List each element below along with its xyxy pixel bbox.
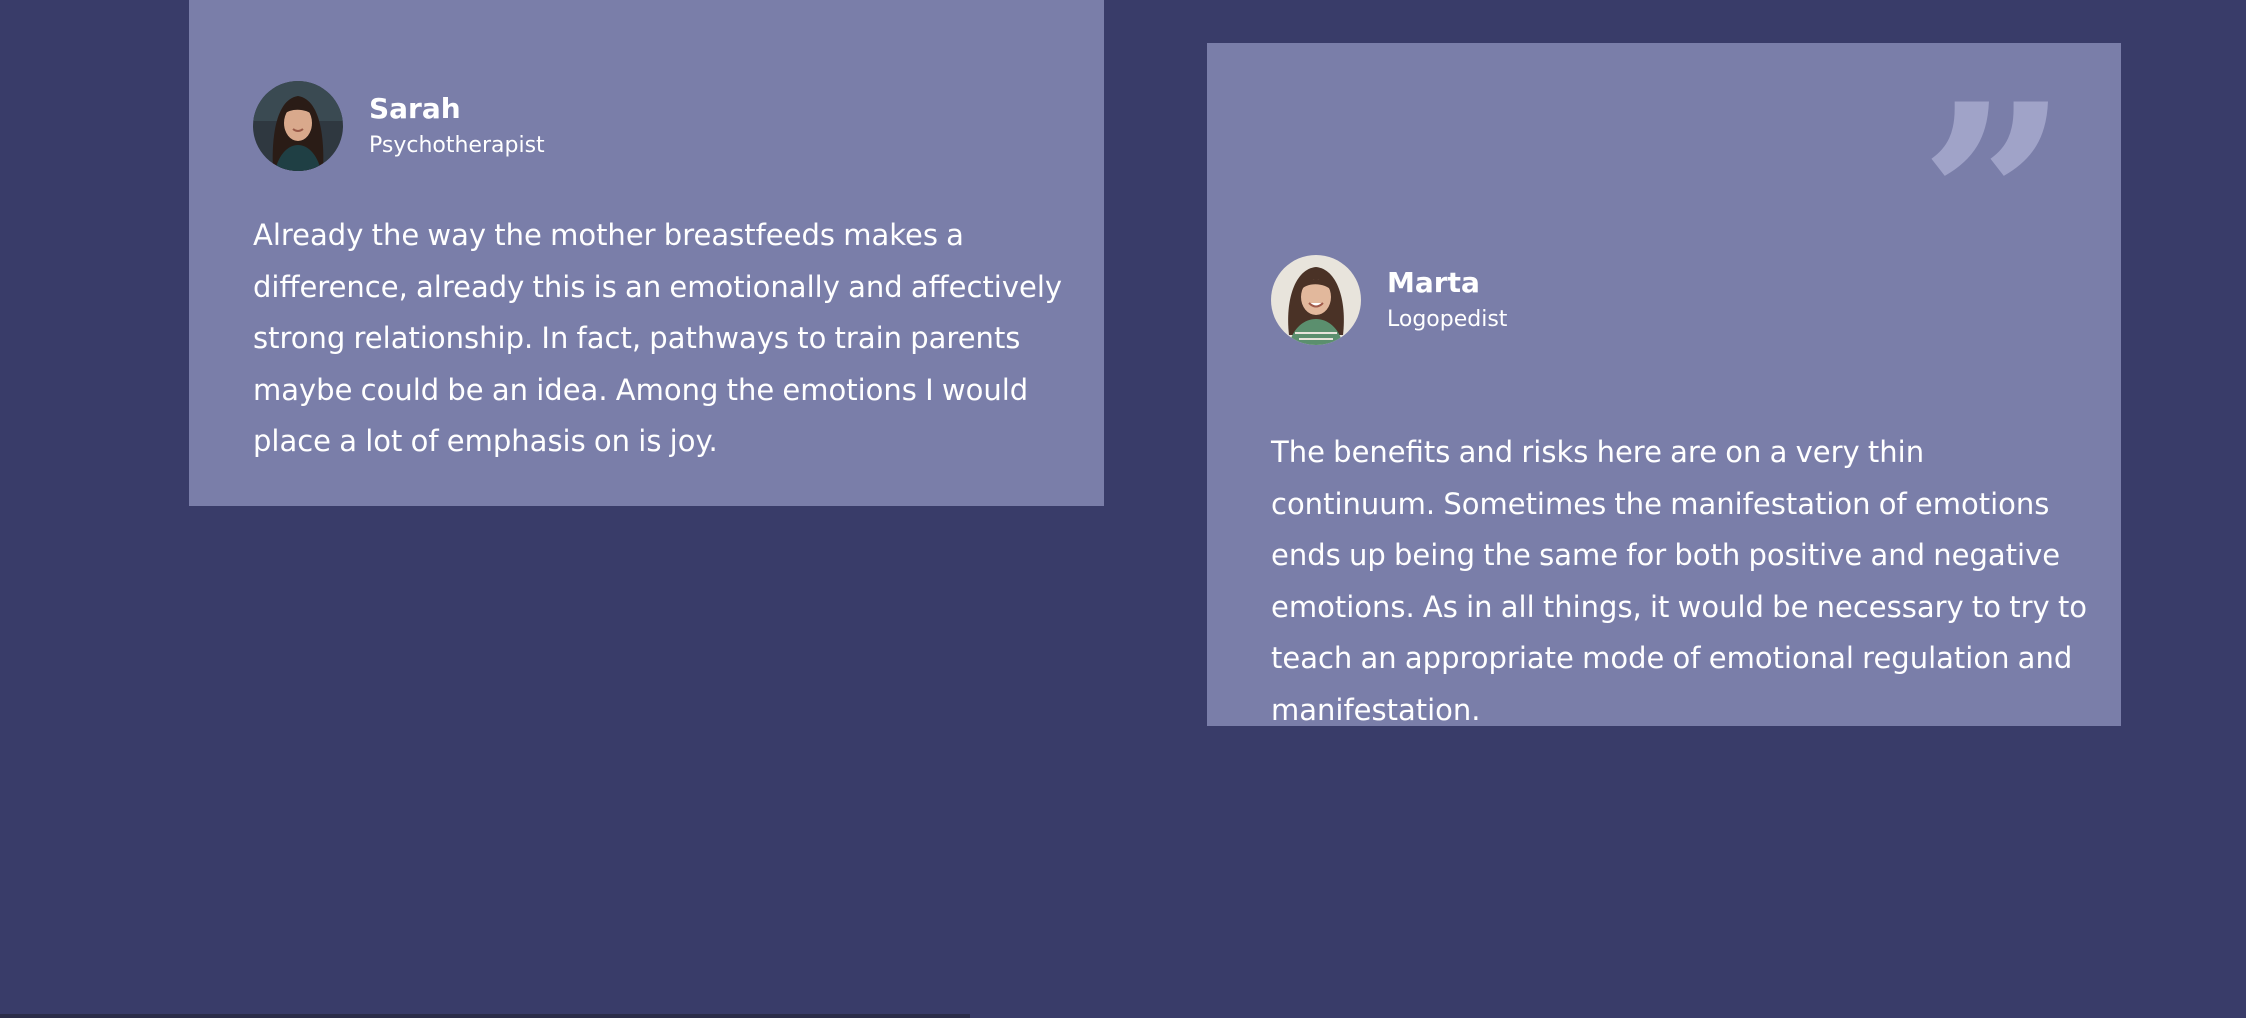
avatar-sarah [253,81,343,171]
author-role: Logopedist [1387,307,1508,332]
author-info: Sarah Psychotherapist [369,91,545,161]
testimonial-text: Already the way the mother breastfeeds m… [253,218,1063,458]
testimonial-card-marta: ” Marta Logopedist The benefits and risk… [1207,43,2121,727]
avatar-marta [1271,255,1361,345]
testimonials-section: ” Sarah Psychotherapist Already the way … [0,0,2246,1018]
testimonial-card-sarah: ” Sarah Psychotherapist Already the way … [189,0,1245,506]
testimonial-author: Marta Logopedist [1271,255,1507,345]
author-name: Sarah [369,92,461,125]
quote-icon: ” [1919,48,2069,353]
page-bottom-divider [0,1014,970,1018]
testimonial-author: Sarah Psychotherapist [253,81,545,171]
author-info: Marta Logopedist [1387,265,1507,335]
author-name: Marta [1387,266,1480,299]
testimonial-text: The benefits and risks here are on a ver… [1271,435,2088,727]
author-role: Psychotherapist [369,133,545,158]
